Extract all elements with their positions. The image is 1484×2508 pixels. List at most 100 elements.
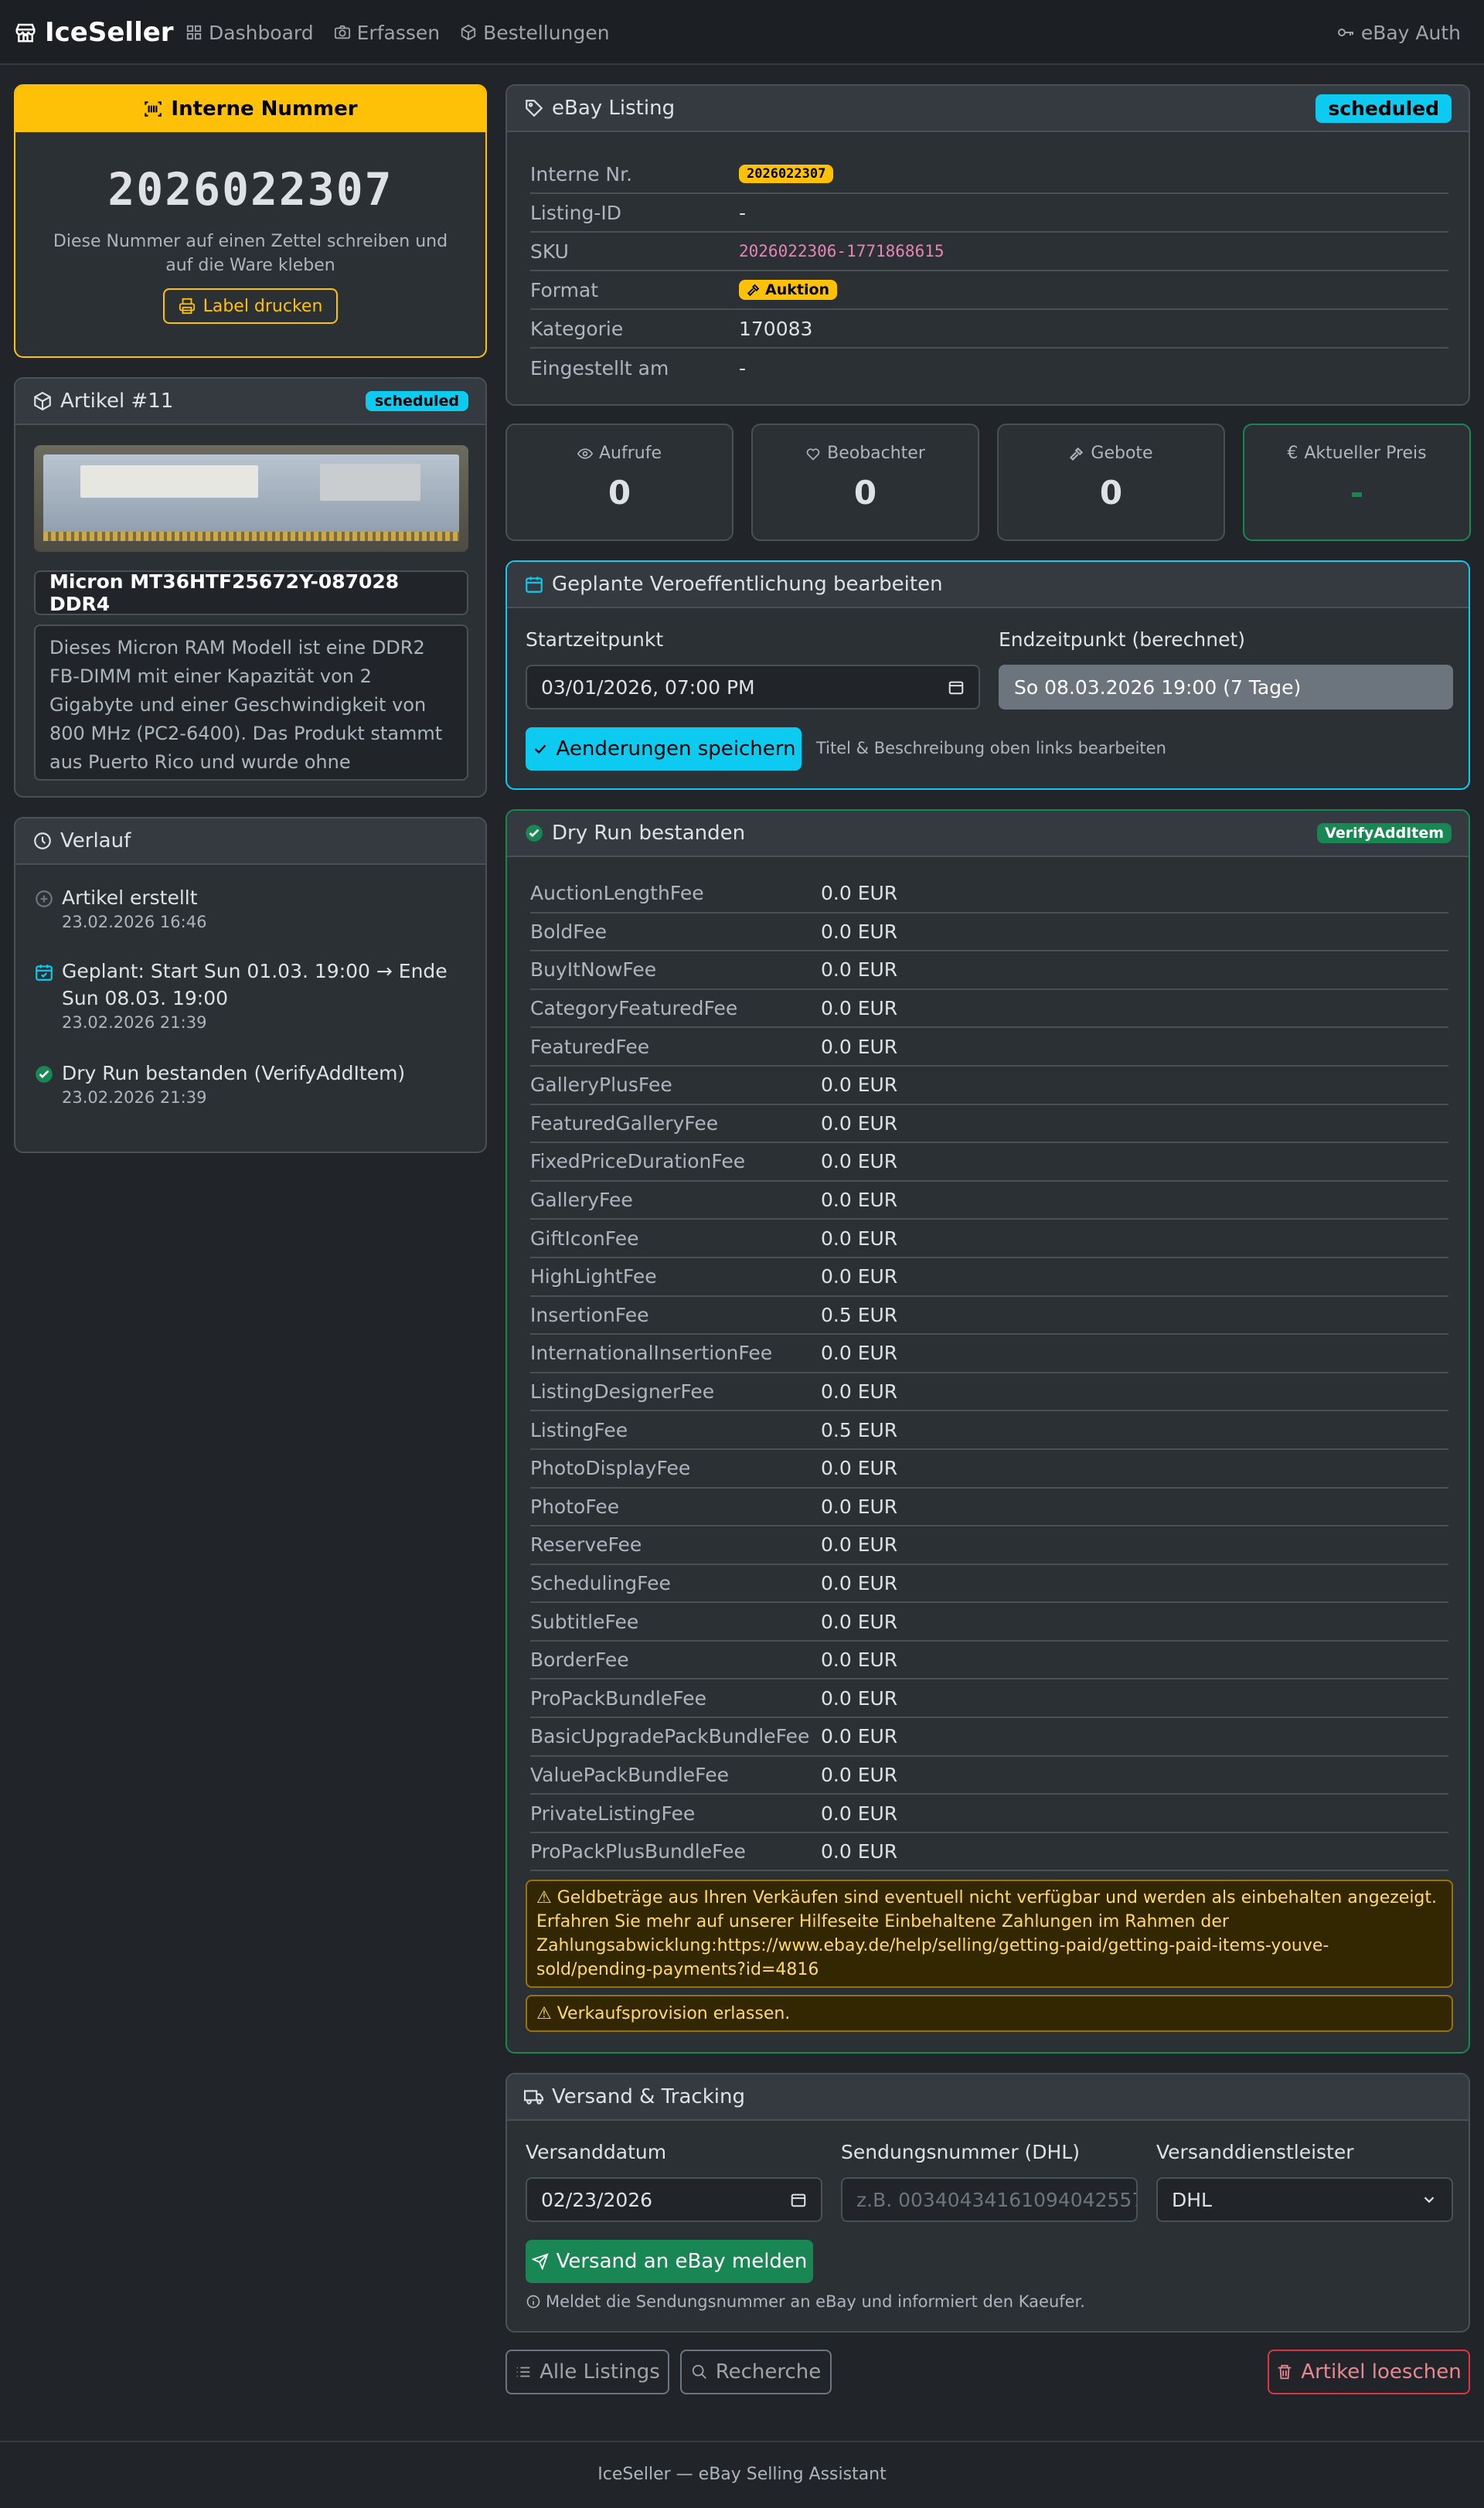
ship-date-value: 02/23/2026 (541, 2188, 653, 2211)
fee-name: GiftIconFee (530, 1227, 639, 1250)
start-datetime-value: 03/01/2026, 07:00 PM (541, 675, 755, 699)
research-button[interactable]: Recherche (680, 2350, 832, 2394)
fee-value: 0.0 EUR (821, 1533, 898, 1557)
delete-article-button[interactable]: Artikel loeschen (1268, 2350, 1470, 2394)
stat-watchers: Beobachter 0 (751, 424, 979, 541)
fee-name: HighLightFee (530, 1265, 657, 1288)
fee-name: ProPackPlusBundleFee (530, 1840, 746, 1863)
fee-value: 0.0 EUR (821, 1380, 898, 1404)
article-image[interactable] (34, 445, 468, 552)
fee-row: BasicUpgradePackBundleFee 0.0 EUR (530, 1718, 1448, 1757)
fee-value: 0.0 EUR (821, 1227, 898, 1250)
calendar-icon[interactable] (948, 679, 965, 696)
start-datetime-input[interactable]: 03/01/2026, 07:00 PM (526, 665, 980, 710)
history-item-date: 23.02.2026 21:39 (62, 1013, 207, 1032)
fee-row: ProPackPlusBundleFee 0.0 EUR (530, 1833, 1448, 1872)
barcode-icon (143, 99, 163, 119)
row-label: Format (530, 278, 599, 301)
ship-date-input[interactable]: 02/23/2026 (526, 2177, 822, 2222)
fee-row: SchedulingFee 0.0 EUR (530, 1565, 1448, 1604)
article-title-input[interactable]: Micron MT36HTF25672Y-087028 DDR4 (34, 570, 468, 615)
tracking-label: Sendungsnummer (DHL) (841, 2141, 1081, 2163)
all-listings-label: Alle Listings (539, 2360, 660, 2384)
stat-label: Gebote (1091, 444, 1153, 463)
history-item-title: Dry Run bestanden (VerifyAddItem) (62, 1062, 406, 1084)
history-item-title: Geplant: Start Sun 01.03. 19:00 → Ende S… (62, 960, 448, 1009)
sku-value: 2026022306-1771868615 (739, 242, 945, 260)
fee-row: InsertionFee 0.5 EUR (530, 1297, 1448, 1336)
fee-name: ProPackBundleFee (530, 1686, 706, 1710)
fee-value: 0.0 EUR (821, 997, 898, 1020)
fee-value: 0.0 EUR (821, 1495, 898, 1518)
calendar-icon[interactable] (790, 2191, 807, 2208)
article-description-text: Dieses Micron RAM Modell ist eine DDR2 F… (49, 637, 443, 773)
history-card: Verlauf Artikel erstellt 23.02.2026 16:4… (14, 817, 487, 1153)
history-item: Dry Run bestanden (VerifyAddItem) 23.02.… (34, 1060, 405, 1107)
shipping-card: Versand & Tracking Versanddatum 02/23/20… (505, 2073, 1470, 2333)
fee-row: ProPackBundleFee 0.0 EUR (530, 1679, 1448, 1719)
history-item-title: Artikel erstellt (62, 886, 198, 909)
trash-icon (1276, 2363, 1293, 2380)
report-shipping-button[interactable]: Versand an eBay melden (526, 2240, 813, 2283)
fee-value: 0.0 EUR (821, 1802, 898, 1825)
nav-ebay-auth[interactable]: eBay Auth (1336, 15, 1461, 49)
carrier-label: Versanddienstleister (1156, 2141, 1354, 2163)
nav-dashboard[interactable]: Dashboard (186, 22, 314, 44)
held-funds-text: Geldbeträge aus Ihren Verkäufen sind eve… (536, 1888, 1438, 1979)
calendar-check-icon (34, 962, 54, 982)
check-circle-icon (34, 1064, 54, 1084)
fee-row: ValuePackBundleFee 0.0 EUR (530, 1757, 1448, 1795)
chevron-down-icon (1421, 2191, 1438, 2208)
fee-value: 0.0 EUR (821, 958, 898, 982)
navbar: IceSeller Dashboard Erfassen Bestellunge… (0, 0, 1484, 65)
internal-number-badge: 2026022307 (739, 165, 834, 183)
history-title: Verlauf (60, 829, 131, 852)
article-title-header: Artikel #11 (60, 390, 174, 413)
carrier-select[interactable]: DHL (1156, 2177, 1453, 2222)
box-icon (460, 24, 477, 41)
article-status-badge: scheduled (365, 391, 468, 411)
save-changes-button[interactable]: Aenderungen speichern (526, 727, 802, 771)
history-item-date: 23.02.2026 21:39 (62, 1088, 207, 1107)
stat-value: 0 (608, 474, 631, 512)
article-card: Artikel #11 scheduled Micron MT36HTF2567… (14, 377, 487, 798)
fee-name: BuyItNowFee (530, 958, 657, 982)
fee-value: 0.0 EUR (821, 1342, 898, 1365)
schedule-title: Geplante Veroeffentlichung bearbeiten (552, 573, 943, 596)
nav-erfassen[interactable]: Erfassen (334, 22, 440, 44)
key-icon (1336, 23, 1355, 42)
fee-name: BasicUpgradePackBundleFee (530, 1725, 810, 1748)
calendar-icon (524, 574, 544, 594)
fee-name: GalleryPlusFee (530, 1074, 672, 1097)
listing-row-internal: Interne Nr. 2026022307 (530, 155, 1448, 194)
article-title-value: Micron MT36HTF25672Y-087028 DDR4 (49, 570, 400, 615)
history-item: Geplant: Start Sun 01.03. 19:00 → Ende S… (34, 958, 464, 1032)
stat-label: Aufrufe (598, 444, 662, 463)
stat-value: 0 (1099, 474, 1123, 512)
brand-link[interactable]: IceSeller (14, 14, 174, 51)
camera-icon (334, 24, 351, 41)
article-description-textarea[interactable]: Dieses Micron RAM Modell ist eine DDR2 F… (34, 624, 468, 781)
row-label: SKU (530, 240, 569, 263)
all-listings-button[interactable]: Alle Listings (505, 2350, 669, 2394)
print-label-button[interactable]: Label drucken (162, 288, 339, 324)
stat-value: 0 (853, 474, 877, 512)
internal-number-value: 2026022307 (107, 163, 393, 216)
listing-row-format: Format Auktion (530, 271, 1448, 310)
fee-row: FixedPriceDurationFee 0.0 EUR (530, 1143, 1448, 1182)
nav-bestellungen[interactable]: Bestellungen (460, 22, 610, 44)
fee-row: ReserveFee 0.0 EUR (530, 1526, 1448, 1565)
fee-name: PhotoFee (530, 1495, 620, 1518)
fee-name: SchedulingFee (530, 1571, 671, 1594)
plus-circle-icon (34, 889, 54, 909)
fee-value: 0.0 EUR (821, 1189, 898, 1212)
box-icon (32, 391, 53, 411)
history-item-date: 23.02.2026 16:46 (62, 913, 207, 931)
fee-value: 0.0 EUR (821, 1035, 898, 1058)
tracking-number-input[interactable]: z.B. 00340434161094042557 (841, 2177, 1138, 2222)
nav-erfassen-label: Erfassen (356, 21, 441, 44)
history-card-header: Verlauf (15, 818, 485, 865)
print-label-text: Label drucken (203, 296, 323, 316)
fee-row: CategoryFeaturedFee 0.0 EUR (530, 990, 1448, 1029)
fee-row: PhotoDisplayFee 0.0 EUR (530, 1450, 1448, 1489)
